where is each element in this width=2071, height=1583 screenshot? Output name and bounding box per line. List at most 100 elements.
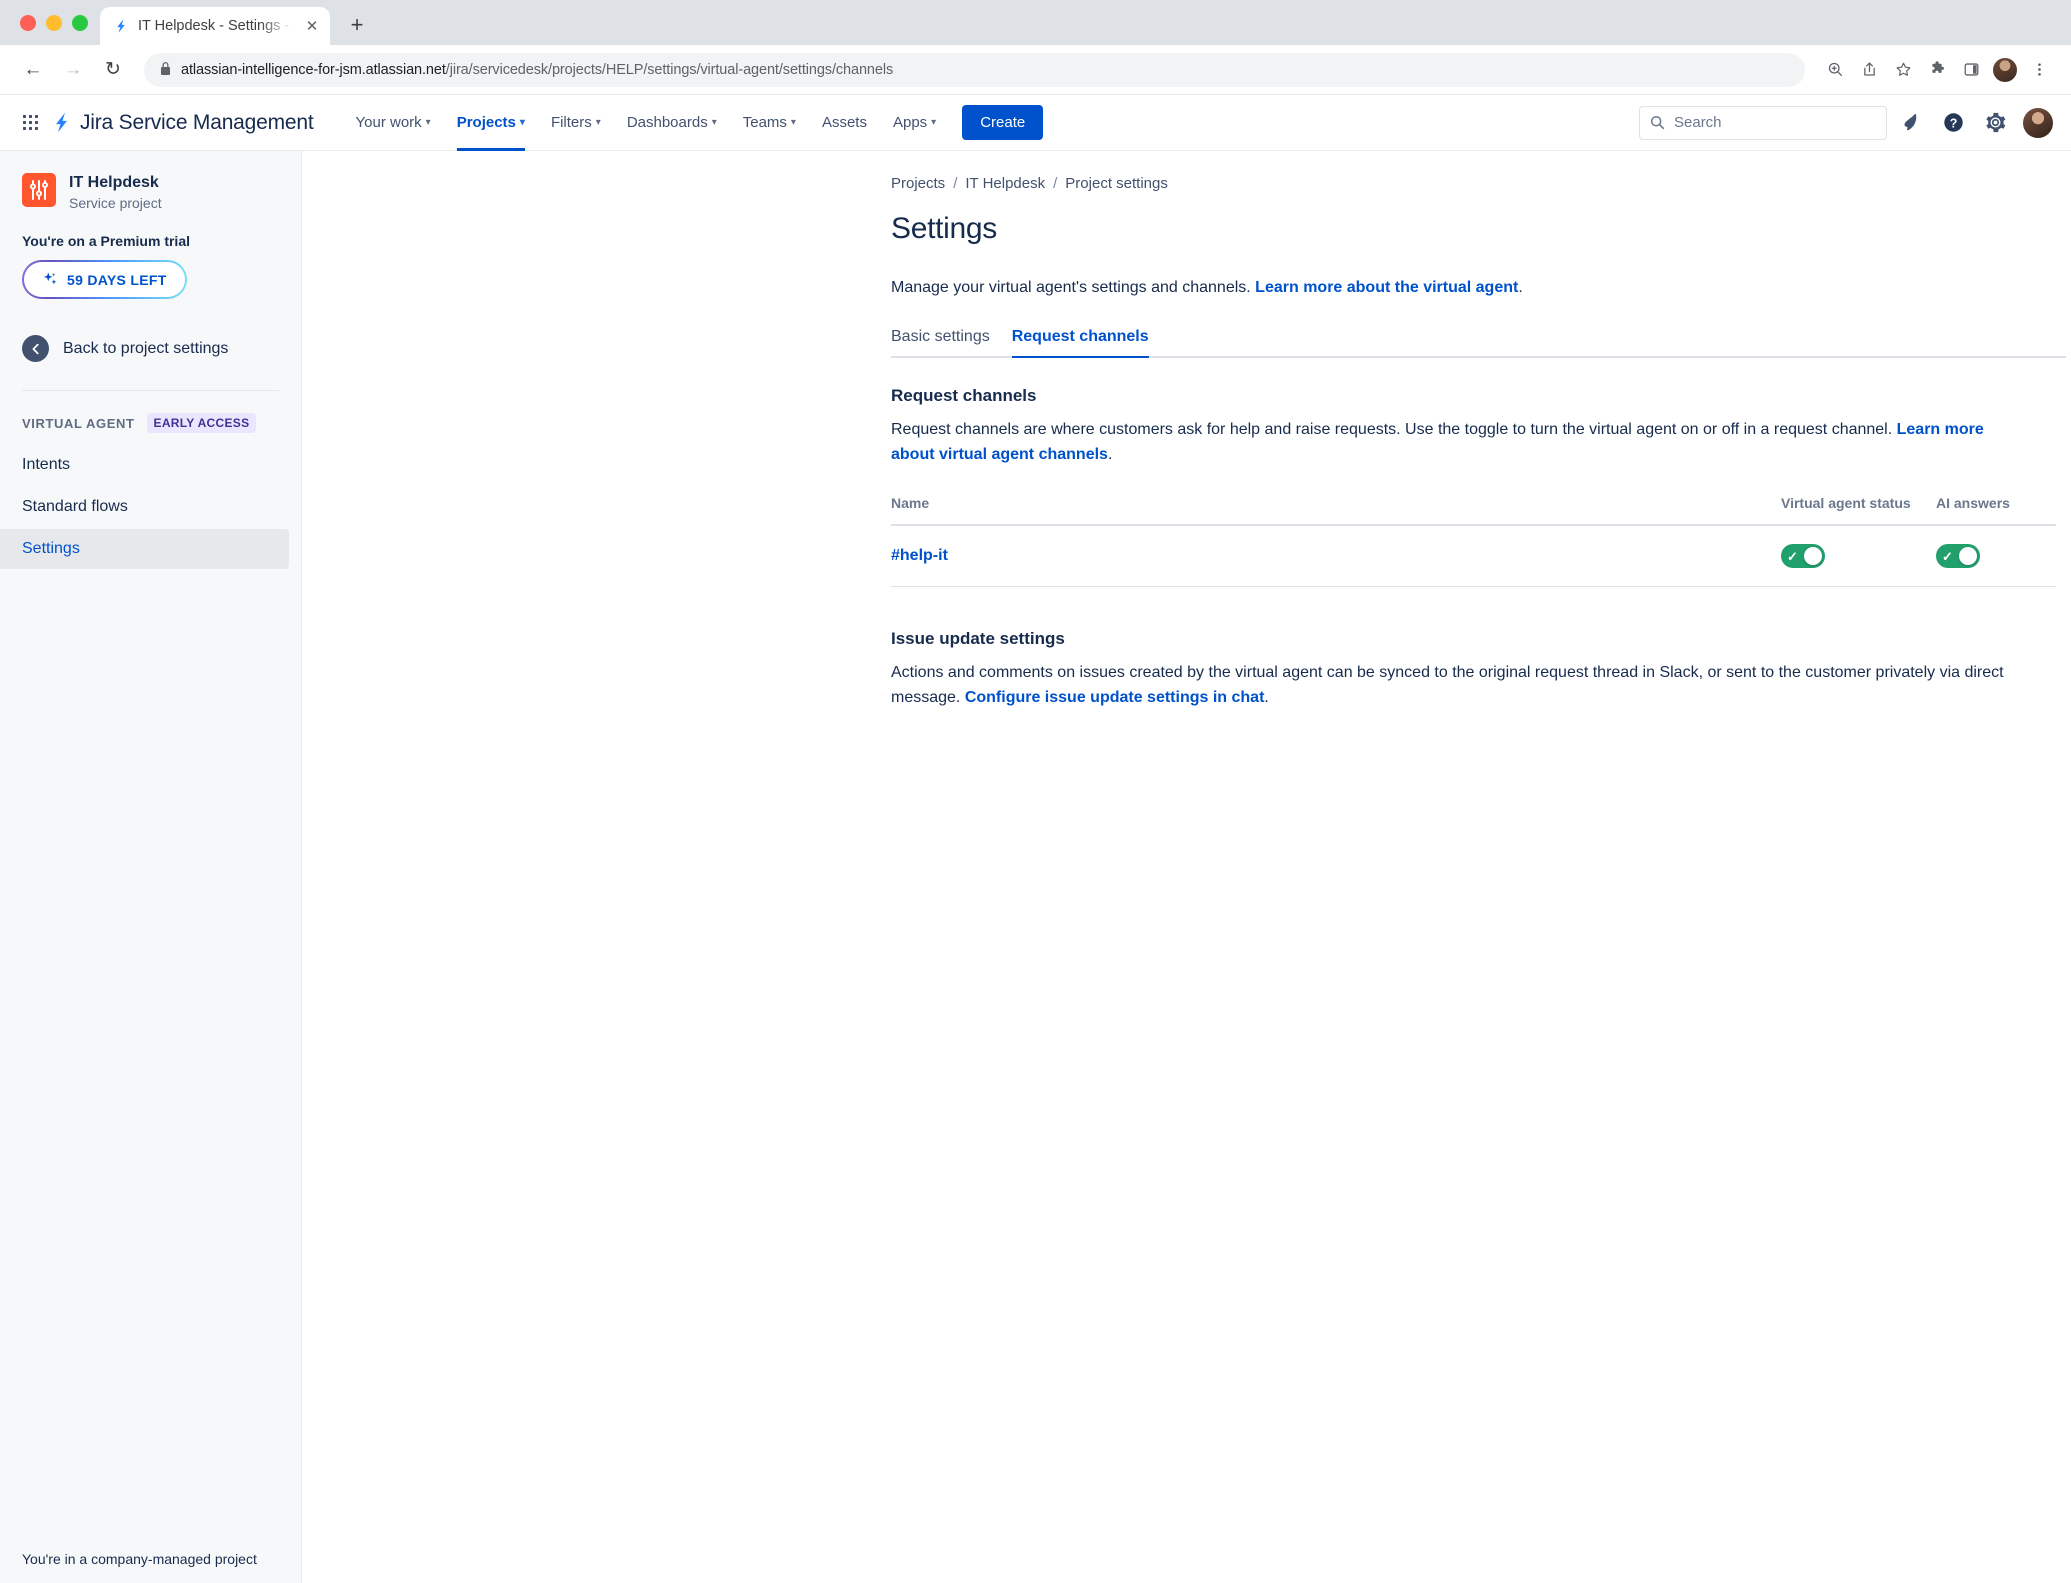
global-nav-items: Your work ▾ Projects ▾ Filters ▾ Dashboards…: [344, 95, 1044, 151]
channel-name-link[interactable]: #help-it: [891, 547, 1781, 565]
virtual-agent-status-toggle[interactable]: ✓: [1781, 544, 1825, 569]
sidebar-section-label: VIRTUAL AGENT: [22, 415, 135, 431]
project-identity[interactable]: IT Helpdesk Service project: [22, 173, 279, 211]
browser-tab-title: IT Helpdesk - Settings - Servic: [138, 18, 294, 34]
tab-request-channels[interactable]: Request channels: [1011, 328, 1149, 358]
request-channels-text: Request channels are where customers ask…: [891, 421, 1897, 438]
chevron-down-icon: ▾: [931, 117, 937, 128]
help-question-icon[interactable]: ?: [1935, 105, 1971, 141]
issue-update-period: .: [1264, 689, 1269, 707]
reload-icon[interactable]: ↻: [96, 53, 130, 87]
create-button[interactable]: Create: [962, 105, 1044, 140]
chevron-down-icon: ▾: [790, 117, 796, 128]
browser-tab-strip: IT Helpdesk - Settings - Servic ✕ +: [0, 0, 2071, 45]
notifications-bell-icon[interactable]: [1893, 105, 1929, 141]
nav-item-apps[interactable]: Apps ▾: [881, 95, 948, 151]
request-channels-period: .: [1107, 445, 1113, 463]
nav-item-assets[interactable]: Assets: [810, 95, 879, 151]
request-channels-description: Request channels are where customers ask…: [891, 418, 2021, 468]
bookmark-star-icon[interactable]: [1887, 54, 1919, 86]
breadcrumb-item-projects[interactable]: Projects: [891, 175, 945, 192]
back-to-project-settings[interactable]: Back to project settings: [22, 335, 279, 366]
sidebar-item-settings[interactable]: Settings: [0, 529, 289, 569]
zoom-icon[interactable]: [1819, 54, 1851, 86]
back-arrow-icon: [22, 335, 49, 362]
settings-gear-icon[interactable]: [1977, 105, 2013, 141]
breadcrumb-separator: /: [1053, 175, 1058, 192]
new-tab-button[interactable]: +: [340, 8, 374, 42]
tab-basic-settings[interactable]: Basic settings: [891, 328, 990, 356]
jira-application: Jira Service Management Your work ▾ Proje…: [0, 95, 2071, 1583]
breadcrumb-separator: /: [953, 175, 958, 192]
lock-icon: [160, 61, 171, 78]
nav-item-teams[interactable]: Teams ▾: [731, 95, 808, 151]
project-type: Service project: [69, 195, 162, 211]
profile-avatar[interactable]: [1989, 54, 2021, 86]
browser-toolbar-icons: [1819, 54, 2055, 86]
nav-item-dashboards[interactable]: Dashboards ▾: [615, 95, 729, 151]
back-navigation-icon[interactable]: ←: [16, 53, 50, 87]
forward-navigation-icon[interactable]: →: [56, 53, 90, 87]
checkmark-icon: ✓: [1942, 548, 1953, 564]
maximize-window-button[interactable]: [72, 14, 88, 31]
issue-update-settings-section: Issue update settings Actions and commen…: [891, 629, 2066, 711]
nav-item-filters[interactable]: Filters ▾: [539, 95, 613, 151]
close-tab-icon[interactable]: ✕: [302, 16, 322, 36]
sidebar-footer-note: You're in a company-managed project: [22, 1551, 257, 1567]
app-switcher-grid-icon[interactable]: [14, 107, 46, 139]
project-sidebar: IT Helpdesk Service project You're on a …: [0, 151, 302, 1583]
chevron-down-icon: ▾: [595, 117, 601, 128]
issue-update-settings-description: Actions and comments on issues created b…: [891, 661, 2021, 711]
window-traffic-lights: [14, 0, 100, 45]
request-channels-table: Name Virtual agent status AI answers #he…: [891, 494, 2056, 588]
address-bar[interactable]: atlassian-intelligence-for-jsm.atlassian…: [144, 52, 1805, 87]
column-header-name: Name: [891, 494, 930, 511]
extensions-puzzle-icon[interactable]: [1921, 54, 1953, 86]
nav-item-your-work[interactable]: Your work ▾: [344, 95, 443, 151]
column-header-ai-answers: AI answers: [1936, 494, 2010, 511]
url-path: /jira/servicedesk/projects/HELP/settings…: [445, 61, 894, 78]
url-host: atlassian-intelligence-for-jsm.atlassian…: [181, 61, 446, 78]
back-to-project-settings-label: Back to project settings: [63, 339, 229, 357]
product-home-link[interactable]: Jira Service Management: [50, 111, 314, 135]
main-content: Projects / IT Helpdesk / Project setting…: [302, 151, 2071, 1583]
ai-answers-toggle[interactable]: ✓: [1936, 544, 1980, 569]
kebab-menu-icon[interactable]: [2023, 54, 2055, 86]
sidebar-nav-list: Intents Standard flows Settings: [0, 445, 301, 571]
project-name: IT Helpdesk: [69, 174, 159, 191]
trial-days-left-badge[interactable]: 59 DAYS LEFT: [22, 260, 187, 299]
sidebar-item-standard-flows[interactable]: Standard flows: [0, 487, 289, 527]
table-row: #help-it ✓ ✓: [891, 526, 2056, 588]
browser-toolbar: ← → ↻ atlassian-intelligence-for-jsm.atl…: [0, 45, 2071, 95]
user-avatar[interactable]: [2023, 107, 2053, 138]
trial-days-left-text: 59 DAYS LEFT: [67, 271, 167, 288]
search-input[interactable]: Search: [1639, 105, 1887, 140]
sparkle-icon: [43, 272, 57, 285]
learn-more-virtual-agent-link[interactable]: Learn more about the virtual agent: [1255, 279, 1518, 296]
jira-bolt-icon: [56, 112, 67, 133]
close-window-button[interactable]: [20, 14, 36, 31]
side-panel-icon[interactable]: [1955, 54, 1987, 86]
table-header-row: Name Virtual agent status AI answers: [891, 494, 2056, 527]
breadcrumb-item-it-helpdesk[interactable]: IT Helpdesk: [965, 175, 1045, 192]
minimize-window-button[interactable]: [46, 14, 62, 31]
chevron-down-icon: ▾: [519, 117, 525, 128]
browser-window: IT Helpdesk - Settings - Servic ✕ + ← → …: [0, 0, 2071, 1583]
sidebar-item-intents[interactable]: Intents: [0, 445, 289, 485]
breadcrumb-item-project-settings[interactable]: Project settings: [1065, 175, 1168, 192]
global-navigation: Jira Service Management Your work ▾ Proje…: [0, 95, 2071, 151]
share-icon[interactable]: [1853, 54, 1885, 86]
search-icon: [1650, 115, 1665, 130]
intro-period: .: [1518, 279, 1523, 296]
browser-tab[interactable]: IT Helpdesk - Settings - Servic ✕: [100, 7, 330, 45]
global-nav-right: Search ?: [1639, 105, 2053, 141]
toggle-knob: [1959, 547, 1977, 566]
page-title: Settings: [891, 212, 997, 245]
nav-item-projects[interactable]: Projects ▾: [445, 95, 537, 151]
breadcrumb: Projects / IT Helpdesk / Project setting…: [891, 175, 2066, 192]
sidebar-header: IT Helpdesk Service project You're on a …: [0, 151, 301, 391]
sidebar-section-header: VIRTUAL AGENT EARLY ACCESS: [0, 391, 301, 433]
configure-issue-update-settings-link[interactable]: Configure issue update settings in chat: [965, 689, 1265, 706]
trial-label: You're on a Premium trial: [22, 233, 190, 249]
virtual-agent-status-cell: ✓: [1781, 544, 1936, 569]
